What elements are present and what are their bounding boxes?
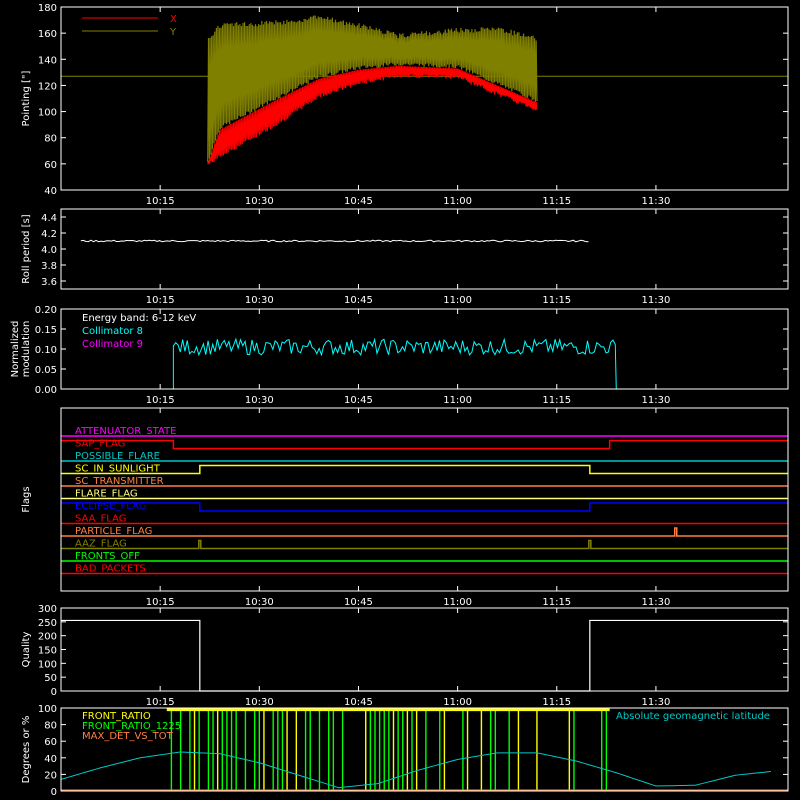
flags-xtick-label: 10:15 <box>146 597 175 608</box>
modulation-xtick-label: 10:15 <box>146 395 175 406</box>
ratios-ytick-label: 40 <box>44 754 57 765</box>
pointing-ylabel: Pointing ["] <box>21 70 32 126</box>
ratios-ytick-label: 0 <box>51 787 57 798</box>
roll-xtick-label: 10:15 <box>146 295 175 306</box>
modulation-ylabel-2: modulation <box>21 321 32 378</box>
pointing-legend-label: X <box>170 14 177 25</box>
pointing-ytick-label: 100 <box>38 108 57 119</box>
flags-xtick-label: 10:30 <box>245 597 274 608</box>
pointing-xtick-label: 10:30 <box>245 196 274 207</box>
ratios-ytick-label: 60 <box>44 737 57 748</box>
flag-sc-in-sunlight-line <box>61 464 788 475</box>
quality-xtick-label: 11:15 <box>542 697 571 708</box>
roll-xtick-label: 11:00 <box>443 295 472 306</box>
ratios-bars <box>170 708 608 791</box>
quality-ytick-label: 0 <box>51 687 57 698</box>
pointing-xtick-label: 11:00 <box>443 196 472 207</box>
modulation-xtick-label: 11:30 <box>642 395 671 406</box>
roll-series <box>80 239 589 243</box>
quality-ytick-label: 100 <box>38 659 57 670</box>
modulation-ytick-label: 0.15 <box>35 325 57 336</box>
modulation-ytick-label: 0.00 <box>35 385 57 396</box>
modulation-ytick-label: 0.20 <box>35 305 57 316</box>
modulation-xtick-label: 10:30 <box>245 395 274 406</box>
quality-ytick-label: 250 <box>38 618 57 629</box>
modulation-ytick-label: 0.05 <box>35 365 57 376</box>
flags-xtick-label: 11:30 <box>642 597 671 608</box>
quality-xtick-label: 10:45 <box>344 697 373 708</box>
quality-ytick-label: 50 <box>44 673 57 684</box>
quality-ytick-label: 200 <box>38 632 57 643</box>
ratios-annotation: Absolute geomagnetic latitude <box>616 711 770 722</box>
modulation-xtick-label: 11:15 <box>542 395 571 406</box>
pointing-ytick-label: 180 <box>38 3 57 14</box>
ratios-ylabel: Degrees or % <box>21 716 32 784</box>
modulation-xtick-label: 11:00 <box>443 395 472 406</box>
flags-xtick-label: 11:15 <box>542 597 571 608</box>
pointing-xtick-label: 11:15 <box>542 196 571 207</box>
flags-xtick-label: 10:45 <box>344 597 373 608</box>
pointing-ytick-label: 80 <box>44 134 57 145</box>
roll-frame <box>60 208 789 290</box>
roll-xtick-label: 11:30 <box>642 295 671 306</box>
modulation-ylabel-1: Normalized <box>10 321 21 378</box>
flag-eclipse-flag-line <box>61 502 788 512</box>
quality-xtick-label: 10:15 <box>146 697 175 708</box>
flag-particle-flag-line <box>61 527 788 537</box>
quality-xtick-label: 10:30 <box>245 697 274 708</box>
pointing-ytick-label: 140 <box>38 55 57 66</box>
pointing-ytick-label: 120 <box>38 81 57 92</box>
flag-sap-flag-line <box>61 439 788 450</box>
quality-ytick-label: 300 <box>38 604 57 615</box>
quality-series <box>61 619 788 692</box>
pointing-ytick-label: 60 <box>44 160 57 171</box>
pointing-xtick-label: 10:15 <box>146 196 175 207</box>
pointing-legend-label: Y <box>169 27 177 38</box>
roll-ylabel: Roll period [s] <box>21 214 32 283</box>
flags-xtick-label: 11:00 <box>443 597 472 608</box>
modulation-series-collimator-8 <box>172 337 617 390</box>
flag-aaz-flag-line <box>61 539 788 550</box>
modulation-ytick-label: 0.10 <box>35 345 57 356</box>
ratios-ytick-label: 20 <box>44 770 57 781</box>
quality-ylabel: Quality <box>21 632 32 668</box>
modulation-legend-label: Collimator 9 <box>82 339 143 350</box>
modulation-annotation: Energy band: 6-12 keV <box>82 313 196 324</box>
roll-ytick-label: 3.8 <box>41 261 57 272</box>
pointing-xtick-label: 11:30 <box>642 196 671 207</box>
roll-ytick-label: 4.0 <box>41 245 57 256</box>
roll-ytick-label: 3.6 <box>41 277 57 288</box>
roll-xtick-label: 10:45 <box>344 295 373 306</box>
modulation-xtick-label: 10:45 <box>344 395 373 406</box>
pointing-ytick-label: 40 <box>44 186 57 197</box>
roll-xtick-label: 10:30 <box>245 295 274 306</box>
ratios-legend-label: MAX_DET_VS_TOT <box>82 731 174 742</box>
roll-xtick-label: 11:15 <box>542 295 571 306</box>
roll-ytick-label: 4.4 <box>41 213 57 224</box>
ratios-ytick-label: 100 <box>38 704 57 715</box>
pointing-ytick-label: 160 <box>38 29 57 40</box>
ratios-ytick-label: 80 <box>44 721 57 732</box>
modulation-legend-label: Collimator 8 <box>82 326 143 337</box>
flags-ylabel: Flags <box>21 486 32 512</box>
quality-xtick-label: 11:30 <box>642 697 671 708</box>
chart-figure: 40 60 80 100 120 140 160 180 Pointing ["] XY 10:15… <box>10 3 789 798</box>
quality-ytick-label: 150 <box>38 646 57 657</box>
roll-ytick-label: 4.2 <box>41 229 57 240</box>
quality-xtick-label: 11:00 <box>443 697 472 708</box>
pointing-xtick-label: 10:45 <box>344 196 373 207</box>
